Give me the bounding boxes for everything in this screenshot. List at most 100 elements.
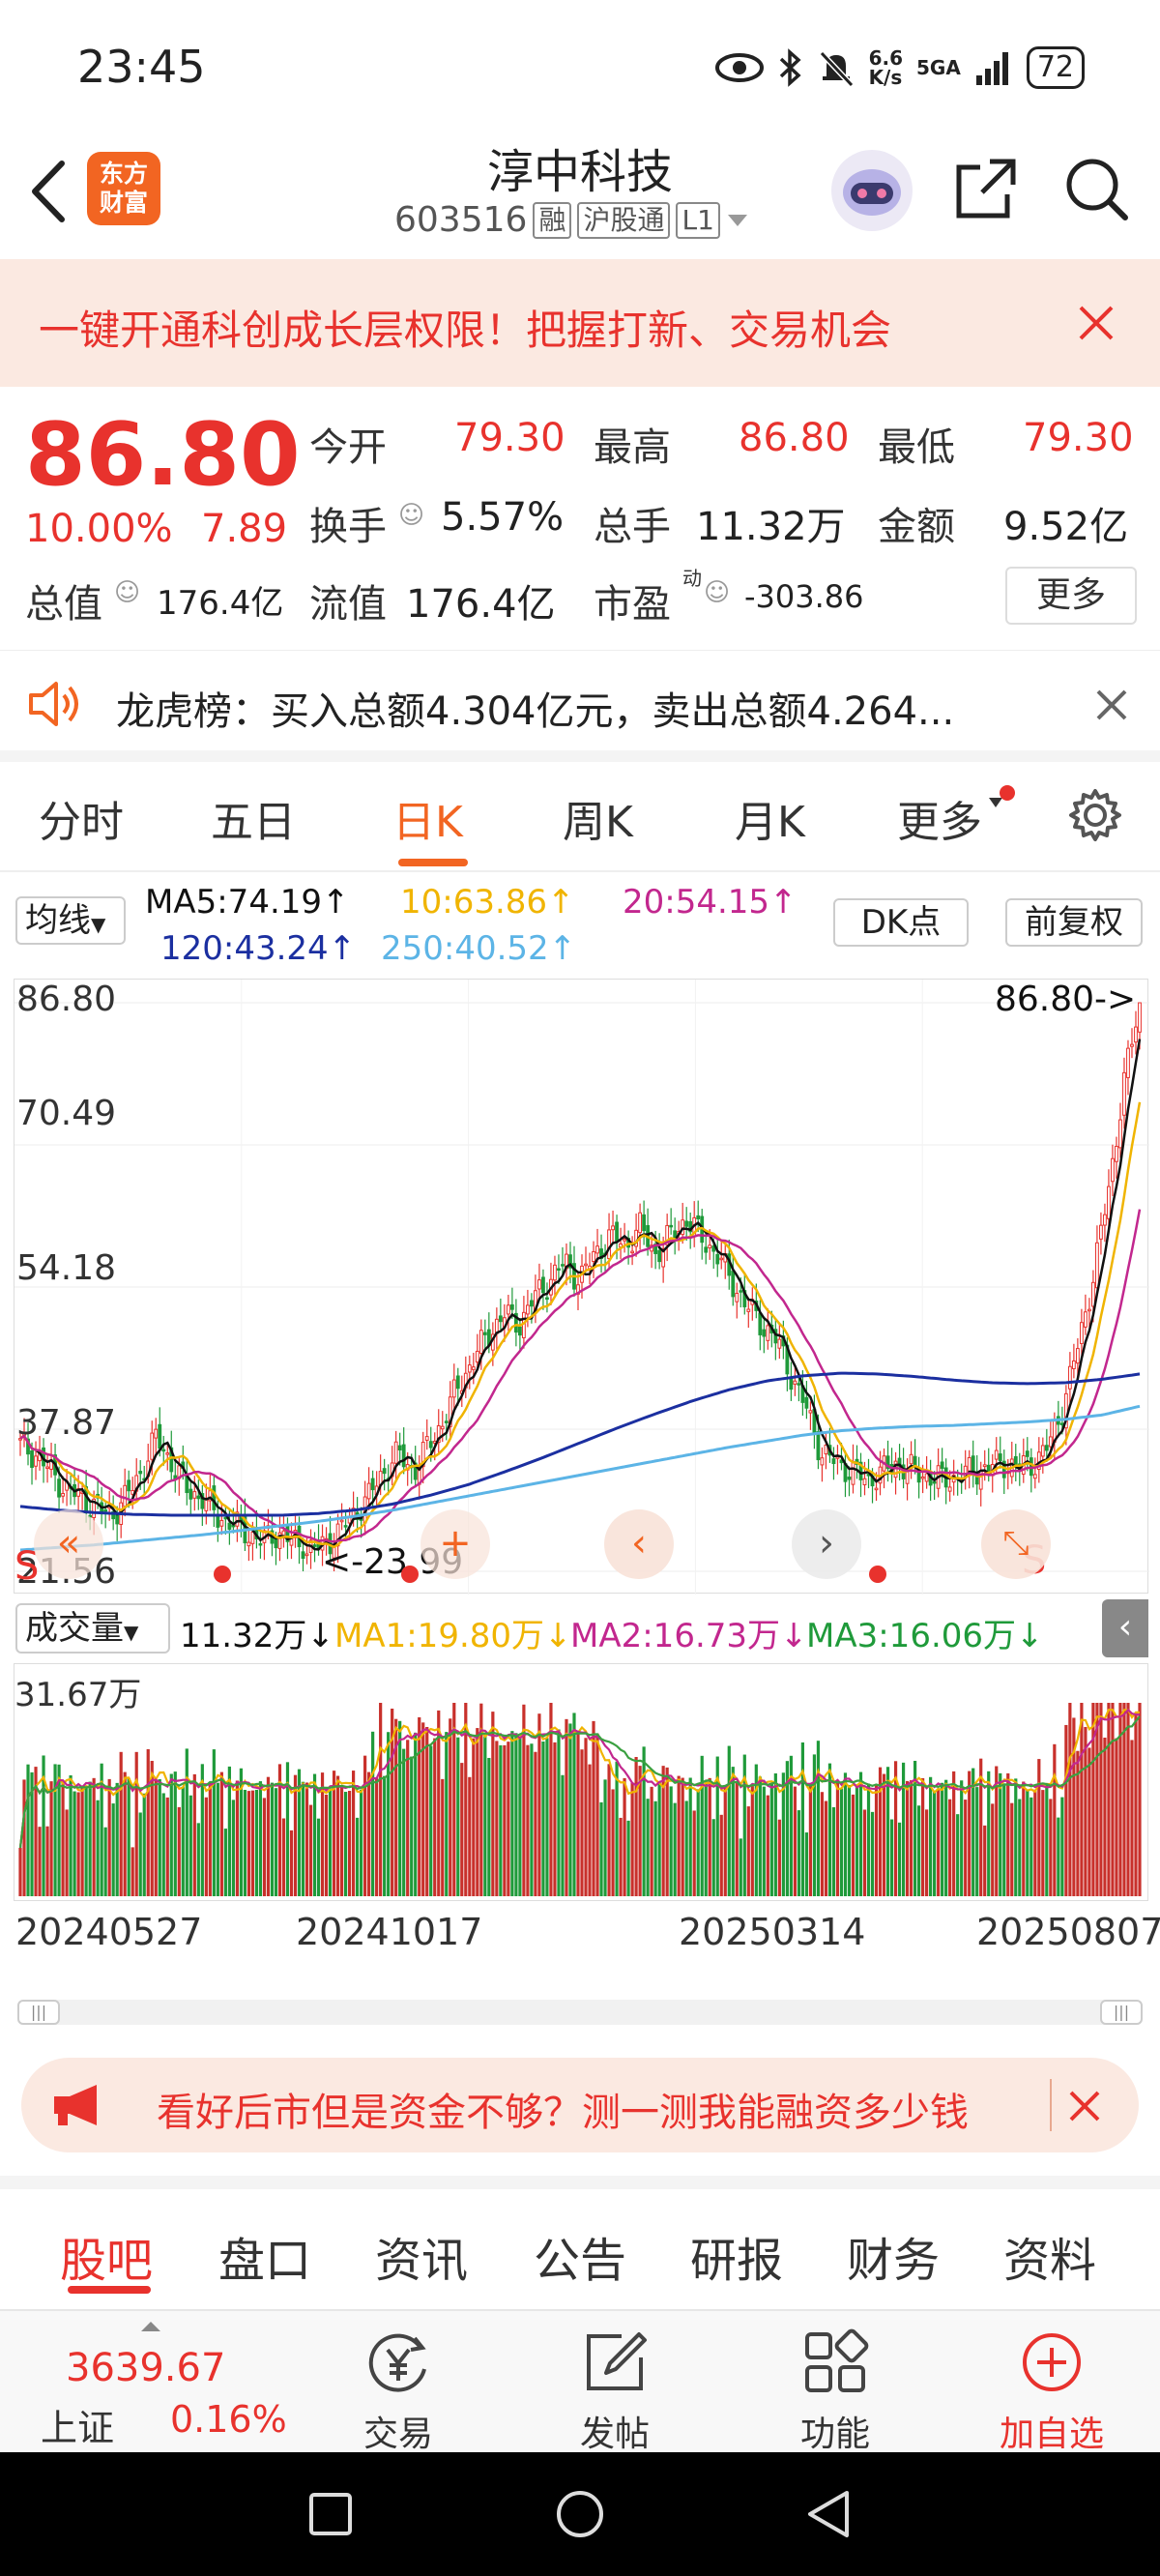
info-icon[interactable]: ☺ [398,501,424,530]
index-change: 0.16% [170,2398,287,2441]
volume-selector-label: 成交量 [25,1609,124,1648]
signal-icon [975,52,1008,85]
up-triangle-icon [141,2322,160,2331]
trade-button[interactable]: 交易 [331,2328,466,2456]
volume-bar [983,1825,987,1896]
more-button[interactable]: 更多 [1005,567,1137,625]
ma-selector[interactable]: 均线▼ [15,896,126,945]
tab-profile[interactable]: 资料 [1003,2222,1096,2290]
close-icon[interactable] [1077,304,1116,342]
candle-body [45,1466,49,1470]
home-icon[interactable] [555,2489,605,2539]
candle-body [1071,1360,1076,1369]
volume-bar [449,1718,452,1896]
adjust-button[interactable]: 前复权 [1005,898,1143,947]
tab-daily-k[interactable]: 日K [392,787,463,849]
kline-chart[interactable]: 86.80 70.49 54.18 37.87 21.56 86.80-> <-… [14,979,1149,1595]
candle-body [467,1364,472,1373]
chart-range-scrollbar[interactable]: ||| ||| [17,2000,1143,2025]
candle-body [517,1326,522,1336]
dragon-tiger-notice[interactable]: 龙虎榜：买入总额4.304亿元，卖出总额4.264... [0,650,1160,762]
candle-body [561,1264,565,1267]
tab-news[interactable]: 资讯 [375,2222,468,2290]
volume-bar [646,1799,650,1896]
rewind-button[interactable]: « [34,1509,103,1579]
vol-ma3: MA3:16.06万↓ [806,1617,1044,1655]
candle-body [138,1471,143,1475]
volume-chart[interactable]: 31.67万 [14,1663,1148,1901]
candle-body [127,1479,131,1492]
info-icon[interactable]: ☺ [114,578,140,607]
candle-body [1025,1450,1030,1457]
range-handle-right[interactable]: ||| [1100,2000,1143,2025]
volume-bar [731,1767,735,1896]
collapse-panel-button[interactable]: ‹ [1102,1599,1148,1657]
range-handle-left[interactable]: ||| [17,2000,60,2025]
tab-finance[interactable]: 财务 [847,2222,940,2290]
volume-bar [615,1761,619,1896]
candle-body [669,1224,674,1228]
scroll-left-button[interactable]: ‹ [604,1509,674,1579]
tab-intraday[interactable]: 分时 [39,787,124,849]
volume-selector[interactable]: 成交量▼ [15,1603,170,1654]
open-label: 今开 [309,425,387,470]
volume-bar [1107,1703,1111,1896]
kline-tabs: 分时 五日 日K 周K 月K 更多 [0,764,1160,872]
volume-bar [328,1789,333,1896]
volume-bar [460,1763,464,1896]
tab-research[interactable]: 研报 [690,2222,783,2290]
post-button[interactable]: 发帖 [547,2328,682,2456]
back-icon[interactable] [804,2489,853,2539]
info-icon[interactable]: ☺ [704,578,730,607]
gear-icon[interactable] [1067,787,1123,843]
index-ticker[interactable]: 3639.67 上证 0.16% [19,2321,300,2449]
volume-bar [534,1751,537,1896]
candle-body [212,1485,217,1510]
tag-margin: 融 [533,201,572,239]
tab-more[interactable]: 更多 [897,787,982,849]
tab-monthly-k[interactable]: 月K [735,787,805,849]
candle-body [630,1250,634,1254]
candle-body [762,1329,767,1337]
expand-icon[interactable]: ⤡ [981,1509,1051,1579]
tab-five-day[interactable]: 五日 [211,787,296,849]
close-icon[interactable] [1067,2089,1102,2123]
volume-bar [592,1720,595,1896]
volume-bar [777,1819,781,1896]
volume-bar [611,1789,615,1896]
volume-bar [510,1731,514,1896]
candle-body [161,1449,166,1452]
low-value: 79.30 [1023,416,1134,460]
close-icon[interactable] [1094,688,1129,722]
candle-body [708,1244,712,1249]
volume-bar [580,1749,584,1896]
candle-body [793,1380,798,1385]
mute-bell-icon [819,50,854,87]
post-label: 发帖 [579,2415,650,2454]
add-watchlist-label: 加自选 [999,2415,1104,2454]
tab-guba[interactable]: 股吧 [60,2222,153,2290]
tab-weekly-k[interactable]: 周K [563,787,633,849]
functions-button[interactable]: 功能 [768,2328,903,2456]
tab-pankou[interactable]: 盘口 [218,2222,311,2290]
add-watchlist-button[interactable]: 加自选 [984,2328,1119,2456]
volume-bar [208,1782,212,1896]
volume-bar [925,1809,929,1896]
y-tick-4: 37.87 [16,1403,117,1443]
volume-bar [293,1774,298,1896]
promo-banner[interactable]: 一键开通科创成长层权限！把握打新、交易机会 [0,259,1160,387]
grid-apps-icon [805,2328,869,2392]
volume-bar [1026,1790,1030,1896]
tab-announcements[interactable]: 公告 [534,2222,626,2290]
stock-code-row[interactable]: 603516 融 沪股通 L1 [394,200,749,240]
scroll-right-button[interactable]: › [792,1509,861,1579]
candle-body [339,1519,344,1523]
volume-bar [991,1803,995,1896]
candle-body [1122,1071,1126,1116]
zoom-in-button[interactable]: + [420,1509,490,1579]
recents-icon[interactable] [307,2491,354,2537]
dk-point-button[interactable]: DK点 [833,898,969,947]
float-value: 176.4亿 [406,582,556,627]
candle-body [746,1308,751,1312]
margin-promo[interactable]: 看好后市但是资金不够？测一测我能融资多少钱 [21,2058,1139,2152]
